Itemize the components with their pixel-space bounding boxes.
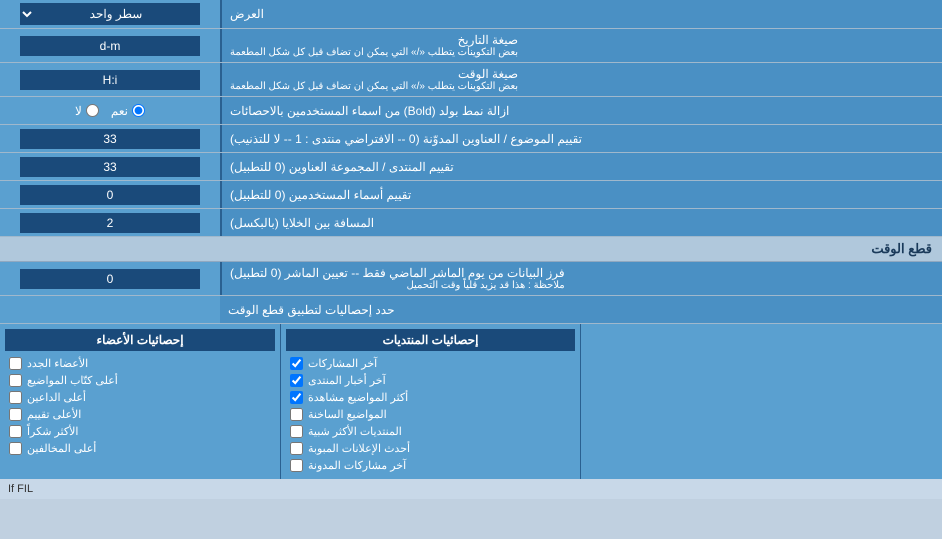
check-member-5: الأكثر شكراً bbox=[5, 423, 275, 440]
check-member-2: أعلى كتّاب المواضيع bbox=[5, 372, 275, 389]
check-post-6: أحدث الإعلانات المبوبة bbox=[286, 440, 575, 457]
bold-yes-label[interactable]: نعم bbox=[111, 104, 145, 118]
forum-order-row: تقييم المنتدى / المجموعة العناوين (0 للت… bbox=[0, 153, 942, 181]
date-format-control[interactable] bbox=[0, 29, 220, 62]
users-order-input[interactable] bbox=[20, 185, 200, 205]
check-member-6: أعلى المخالفين bbox=[5, 440, 275, 457]
cell-distance-input[interactable] bbox=[20, 213, 200, 233]
bold-no-label[interactable]: لا bbox=[75, 104, 99, 118]
check-post-2: آخر أخبار المنتدى bbox=[286, 372, 575, 389]
checkbox-post-2[interactable] bbox=[290, 374, 303, 387]
check-post-3: أكثر المواضيع مشاهدة bbox=[286, 389, 575, 406]
member-stats-col: إحصائيات الأعضاء الأعضاء الجدد أعلى كتّا… bbox=[0, 324, 280, 479]
checkbox-member-3[interactable] bbox=[9, 391, 22, 404]
date-format-row: صيغة التاريخ بعض التكوينات يتطلب «/» الت… bbox=[0, 29, 942, 63]
check-member-1: الأعضاء الجدد bbox=[5, 355, 275, 372]
bold-remove-control: نعم لا bbox=[0, 97, 220, 124]
cell-distance-row: المسافة بين الخلايا (بالبكسل) bbox=[0, 209, 942, 237]
cell-distance-label: المسافة بين الخلايا (بالبكسل) bbox=[220, 209, 942, 236]
main-container: العرض سطر واحد صيغة التاريخ بعض التكوينا… bbox=[0, 0, 942, 499]
checkbox-post-4[interactable] bbox=[290, 408, 303, 421]
cutoff-label: فرز البيانات من يوم الماشر الماضي فقط --… bbox=[220, 262, 942, 295]
member-stats-header: إحصائيات الأعضاء bbox=[5, 329, 275, 351]
bold-yes-radio[interactable] bbox=[132, 104, 145, 117]
forum-order-control[interactable] bbox=[0, 153, 220, 180]
limit-row: حدد إحصاليات لتطبيق قطع الوقت bbox=[0, 296, 942, 324]
check-post-4: المواضيع الساخنة bbox=[286, 406, 575, 423]
cutoff-section-header: قطع الوقت bbox=[0, 237, 942, 262]
topic-order-control[interactable] bbox=[0, 125, 220, 152]
topic-order-label: تقييم الموضوع / العناوين المدوّنة (0 -- … bbox=[220, 125, 942, 152]
footer: If FIL bbox=[0, 479, 942, 499]
time-format-control[interactable] bbox=[0, 63, 220, 96]
time-format-label: صيغة الوقت بعض التكوينات يتطلب «/» التي … bbox=[220, 63, 942, 96]
check-post-7: آخر مشاركات المدونة bbox=[286, 457, 575, 474]
date-format-label: صيغة التاريخ بعض التكوينات يتطلب «/» الت… bbox=[220, 29, 942, 62]
checkbox-post-6[interactable] bbox=[290, 442, 303, 455]
checkbox-post-3[interactable] bbox=[290, 391, 303, 404]
date-format-input[interactable] bbox=[20, 36, 200, 56]
checkbox-member-2[interactable] bbox=[9, 374, 22, 387]
checkbox-post-7[interactable] bbox=[290, 459, 303, 472]
checkbox-member-6[interactable] bbox=[9, 442, 22, 455]
cutoff-control[interactable] bbox=[0, 262, 220, 295]
limit-control bbox=[0, 296, 220, 323]
bold-no-radio[interactable] bbox=[86, 104, 99, 117]
bold-remove-label: ازالة نمط بولد (Bold) من اسماء المستخدمي… bbox=[220, 97, 942, 124]
limit-label: حدد إحصاليات لتطبيق قطع الوقت bbox=[220, 296, 942, 323]
time-format-input[interactable] bbox=[20, 70, 200, 90]
bottom-stats-section: إحصائيات المنتديات آخر المشاركات آخر أخب… bbox=[0, 324, 942, 479]
forum-order-input[interactable] bbox=[20, 157, 200, 177]
cutoff-row: فرز البيانات من يوم الماشر الماضي فقط --… bbox=[0, 262, 942, 296]
check-post-1: آخر المشاركات bbox=[286, 355, 575, 372]
display-mode-select[interactable]: سطر واحد bbox=[20, 3, 200, 25]
post-stats-header: إحصائيات المنتديات bbox=[286, 329, 575, 351]
users-order-row: تقييم أسماء المستخدمين (0 للتطبيل) bbox=[0, 181, 942, 209]
empty-left bbox=[580, 324, 942, 479]
cutoff-input[interactable] bbox=[20, 269, 200, 289]
display-mode-row: العرض سطر واحد bbox=[0, 0, 942, 29]
forum-order-label: تقييم المنتدى / المجموعة العناوين (0 للت… bbox=[220, 153, 942, 180]
checkbox-post-1[interactable] bbox=[290, 357, 303, 370]
check-member-4: الأعلى تقييم bbox=[5, 406, 275, 423]
checkbox-member-5[interactable] bbox=[9, 425, 22, 438]
topic-order-row: تقييم الموضوع / العناوين المدوّنة (0 -- … bbox=[0, 125, 942, 153]
display-mode-label: العرض bbox=[220, 0, 942, 28]
checkbox-member-4[interactable] bbox=[9, 408, 22, 421]
checkbox-member-1[interactable] bbox=[9, 357, 22, 370]
topic-order-input[interactable] bbox=[20, 129, 200, 149]
bold-remove-row: ازالة نمط بولد (Bold) من اسماء المستخدمي… bbox=[0, 97, 942, 125]
post-stats-col: إحصائيات المنتديات آخر المشاركات آخر أخب… bbox=[280, 324, 580, 479]
checkbox-post-5[interactable] bbox=[290, 425, 303, 438]
time-format-row: صيغة الوقت بعض التكوينات يتطلب «/» التي … bbox=[0, 63, 942, 97]
display-mode-control[interactable]: سطر واحد bbox=[0, 0, 220, 28]
users-order-label: تقييم أسماء المستخدمين (0 للتطبيل) bbox=[220, 181, 942, 208]
check-member-3: أعلى الداعين bbox=[5, 389, 275, 406]
users-order-control[interactable] bbox=[0, 181, 220, 208]
check-post-5: المنتديات الأكثر شبية bbox=[286, 423, 575, 440]
cell-distance-control[interactable] bbox=[0, 209, 220, 236]
